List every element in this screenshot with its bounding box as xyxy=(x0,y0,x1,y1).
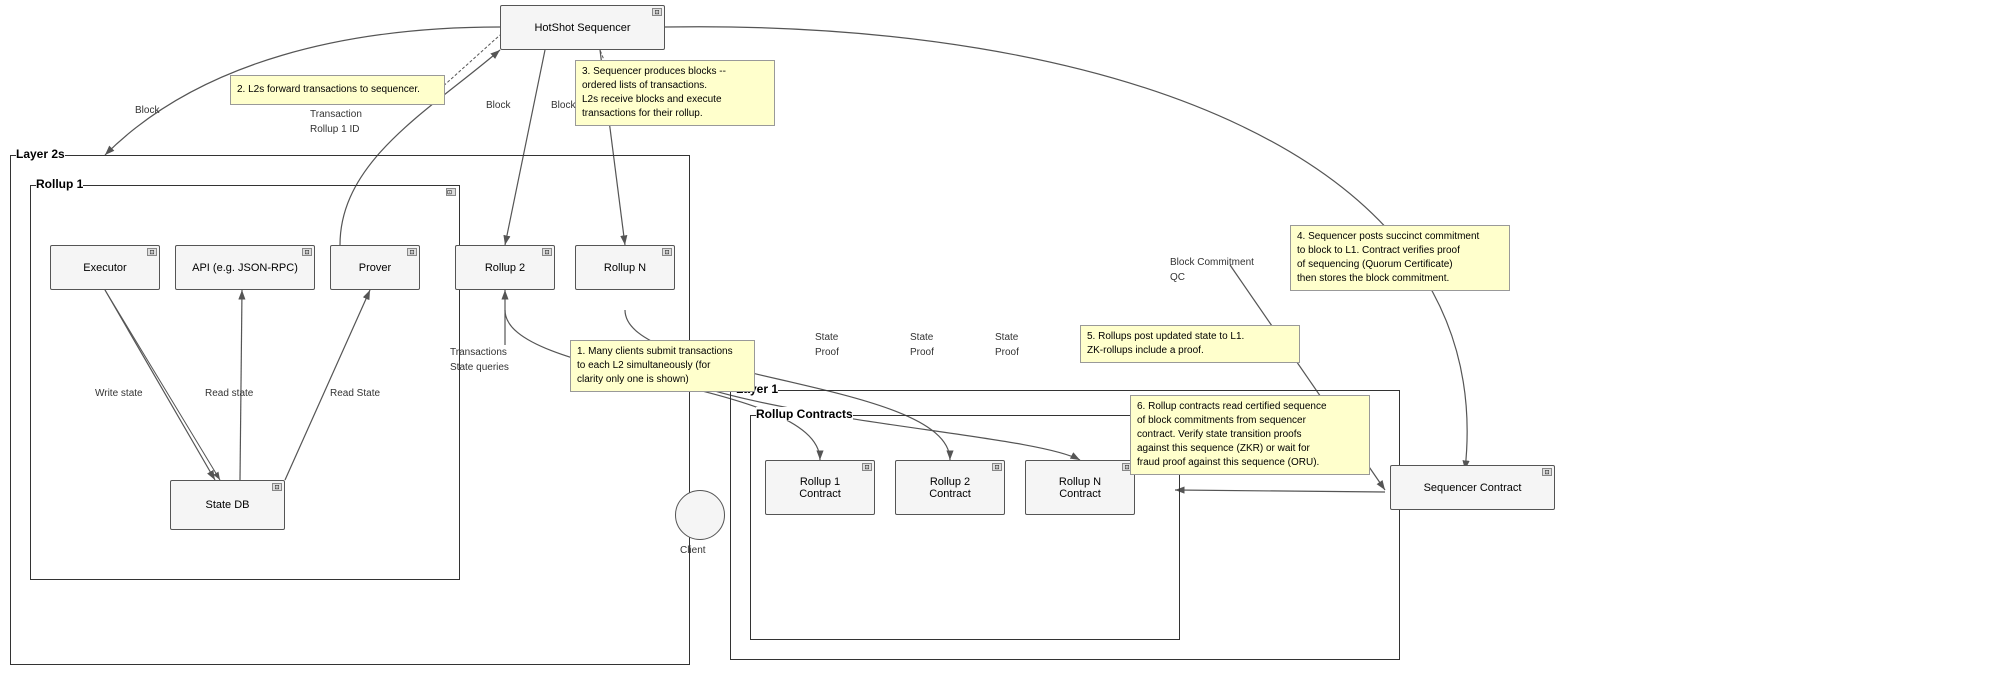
note1-box: 1. Many clients submit transactionsto ea… xyxy=(570,340,755,392)
client-text-label: Client xyxy=(680,545,706,556)
rollup1-contract-icon: ⊡ xyxy=(862,463,872,471)
hotshot-label: HotShot Sequencer xyxy=(534,22,630,34)
rollup2-contract-box: ⊡ Rollup 2 Contract xyxy=(895,460,1005,515)
statedb-label: State DB xyxy=(205,499,249,511)
note5-text: 5. Rollups post updated state to L1.ZK-r… xyxy=(1087,331,1244,356)
label-write-state: Write state xyxy=(95,388,143,399)
note2-text: 2. L2s forward transactions to sequencer… xyxy=(237,83,420,97)
rollup2-contract-icon: ⊡ xyxy=(992,463,1002,471)
api-box: ⊡ API (e.g. JSON-RPC) xyxy=(175,245,315,290)
rollup1-contract-box: ⊡ Rollup 1 Contract xyxy=(765,460,875,515)
sequencer-contract-label: Sequencer Contract xyxy=(1424,482,1522,494)
hotshot-sequencer-box: ⊡ HotShot Sequencer xyxy=(500,5,665,50)
rollup2-icon: ⊡ xyxy=(542,248,552,256)
note1-text: 1. Many clients submit transactionsto ea… xyxy=(577,346,733,385)
label-block2: Block xyxy=(486,100,510,111)
rollup1-contract-label: Rollup 1 Contract xyxy=(799,476,841,500)
note6-box: 6. Rollup contracts read certified seque… xyxy=(1130,395,1370,475)
rollupN-contract-label: Rollup N Contract xyxy=(1059,476,1101,500)
note5-box: 5. Rollups post updated state to L1.ZK-r… xyxy=(1080,325,1300,363)
api-icon: ⊡ xyxy=(302,248,312,256)
label-transaction: TransactionRollup 1 ID xyxy=(310,107,362,137)
rollupN-label: Rollup N xyxy=(604,262,646,274)
label-read-state2: Read State xyxy=(330,388,380,399)
rollup2-label: Rollup 2 xyxy=(485,262,525,274)
prover-icon: ⊡ xyxy=(407,248,417,256)
prover-label: Prover xyxy=(359,262,391,274)
executor-box: ⊡ Executor xyxy=(50,245,160,290)
diagram-container: ⊡ HotShot Sequencer Layer 2s Rollup 1 ⊡ … xyxy=(0,0,2000,700)
label-block3: Block xyxy=(551,100,575,111)
label-transactions-state: TransactionsState queries xyxy=(450,345,509,375)
rollup1-group-label: Rollup 1 xyxy=(36,177,83,191)
note4-box: 4. Sequencer posts succinct commitmentto… xyxy=(1290,225,1510,291)
rollup1-group-icon: ⊡ xyxy=(446,188,456,196)
label-state-proof3: StateProof xyxy=(995,330,1019,360)
rollup-contracts-label: Rollup Contracts xyxy=(756,407,853,421)
label-read-state: Read state xyxy=(205,388,253,399)
label-block1: Block xyxy=(135,105,159,116)
executor-icon: ⊡ xyxy=(147,248,157,256)
rollup2-box: ⊡ Rollup 2 xyxy=(455,245,555,290)
statedb-box: ⊡ State DB xyxy=(170,480,285,530)
rollupN-icon: ⊡ xyxy=(662,248,672,256)
rollupN-box: ⊡ Rollup N xyxy=(575,245,675,290)
api-label: API (e.g. JSON-RPC) xyxy=(192,262,298,274)
hotshot-icon: ⊡ xyxy=(652,8,662,16)
note3-box: 3. Sequencer produces blocks --ordered l… xyxy=(575,60,775,126)
statedb-icon: ⊡ xyxy=(272,483,282,491)
sequencer-contract-icon: ⊡ xyxy=(1542,468,1552,476)
rollupN-contract-box: ⊡ Rollup N Contract xyxy=(1025,460,1135,515)
note2-box: 2. L2s forward transactions to sequencer… xyxy=(230,75,445,105)
client-circle xyxy=(675,490,725,540)
note4-text: 4. Sequencer posts succinct commitmentto… xyxy=(1297,231,1479,284)
executor-label: Executor xyxy=(83,262,126,274)
note6-text: 6. Rollup contracts read certified seque… xyxy=(1137,401,1327,468)
label-state-proof1: StateProof xyxy=(815,330,839,360)
note3-text: 3. Sequencer produces blocks --ordered l… xyxy=(582,66,726,119)
layer2s-label: Layer 2s xyxy=(16,147,65,161)
rollup2-contract-label: Rollup 2 Contract xyxy=(929,476,971,500)
label-block-commitment: Block CommitmentQC xyxy=(1170,255,1254,285)
sequencer-contract-box: ⊡ Sequencer Contract xyxy=(1390,465,1555,510)
rollup-contracts-group: Rollup Contracts xyxy=(750,415,1180,640)
prover-box: ⊡ Prover xyxy=(330,245,420,290)
label-state-proof2: StateProof xyxy=(910,330,934,360)
